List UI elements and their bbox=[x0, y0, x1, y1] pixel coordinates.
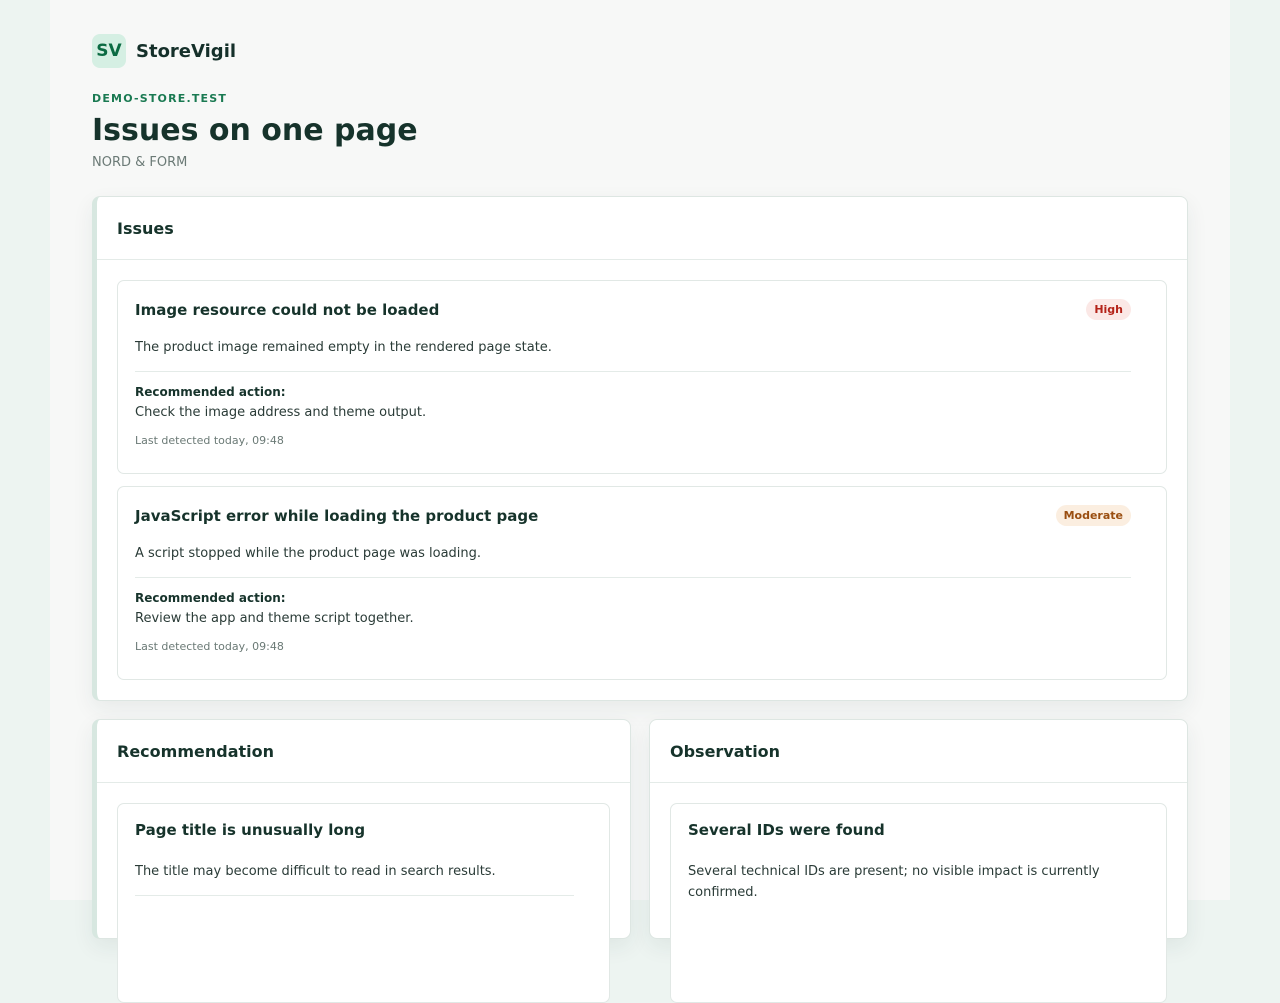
recommendation-card[interactable]: Page title is unusually long The title m… bbox=[117, 803, 610, 1003]
issue-description: A script stopped while the product page … bbox=[135, 546, 482, 561]
recommendation-title: Page title is unusually long bbox=[135, 821, 366, 839]
issue-description: The product image remained empty in the … bbox=[135, 340, 552, 355]
last-detected: Last detected today, 09:48 bbox=[135, 434, 284, 447]
recommendation-panel-heading: Recommendation bbox=[97, 720, 630, 783]
issue-title: JavaScript error while loading the produ… bbox=[135, 506, 539, 525]
recommended-action-text: Review the app and theme script together… bbox=[135, 611, 414, 626]
brand[interactable]: SV StoreVigil bbox=[92, 34, 1188, 68]
observation-description: Several technical IDs are present; no vi… bbox=[688, 864, 1100, 900]
store-domain: DEMO-STORE.TEST bbox=[92, 92, 228, 105]
page-title: Issues on one page bbox=[92, 113, 418, 148]
issue-title: Image resource could not be loaded bbox=[135, 300, 440, 319]
observation-panel-heading: Observation bbox=[650, 720, 1187, 783]
issues-panel-heading: Issues bbox=[97, 197, 1187, 260]
recommendation-panel: Recommendation Page title is unusually l… bbox=[92, 719, 631, 1003]
observation-panel: Observation Several IDs were found Sever… bbox=[649, 719, 1188, 1003]
issue-card[interactable]: JavaScript error while loading the produ… bbox=[117, 486, 1167, 680]
recommendation-description: The title may become difficult to read i… bbox=[135, 864, 496, 879]
observation-title: Several IDs were found bbox=[688, 821, 885, 839]
divider bbox=[135, 577, 1131, 578]
last-detected: Last detected today, 09:48 bbox=[135, 640, 284, 653]
divider bbox=[135, 371, 1131, 372]
divider bbox=[135, 895, 574, 896]
severity-badge-high: High bbox=[1086, 299, 1131, 320]
issues-panel: Issues Image resource could not be loade… bbox=[92, 196, 1188, 701]
store-name: NORD & FORM bbox=[92, 155, 188, 170]
page-container: SV StoreVigil DEMO-STORE.TEST Issues on … bbox=[50, 0, 1230, 1003]
observation-card[interactable]: Several IDs were found Several technical… bbox=[670, 803, 1167, 1003]
recommended-action-label: Recommended action: bbox=[135, 591, 286, 605]
severity-badge-moderate: Moderate bbox=[1055, 505, 1131, 526]
recommended-action-label: Recommended action: bbox=[135, 385, 286, 399]
recommended-action-text: Check the image address and theme output… bbox=[135, 405, 427, 420]
brand-name: StoreVigil bbox=[136, 40, 237, 62]
brand-logo: SV bbox=[92, 34, 126, 68]
issue-card[interactable]: Image resource could not be loaded High … bbox=[117, 280, 1167, 474]
